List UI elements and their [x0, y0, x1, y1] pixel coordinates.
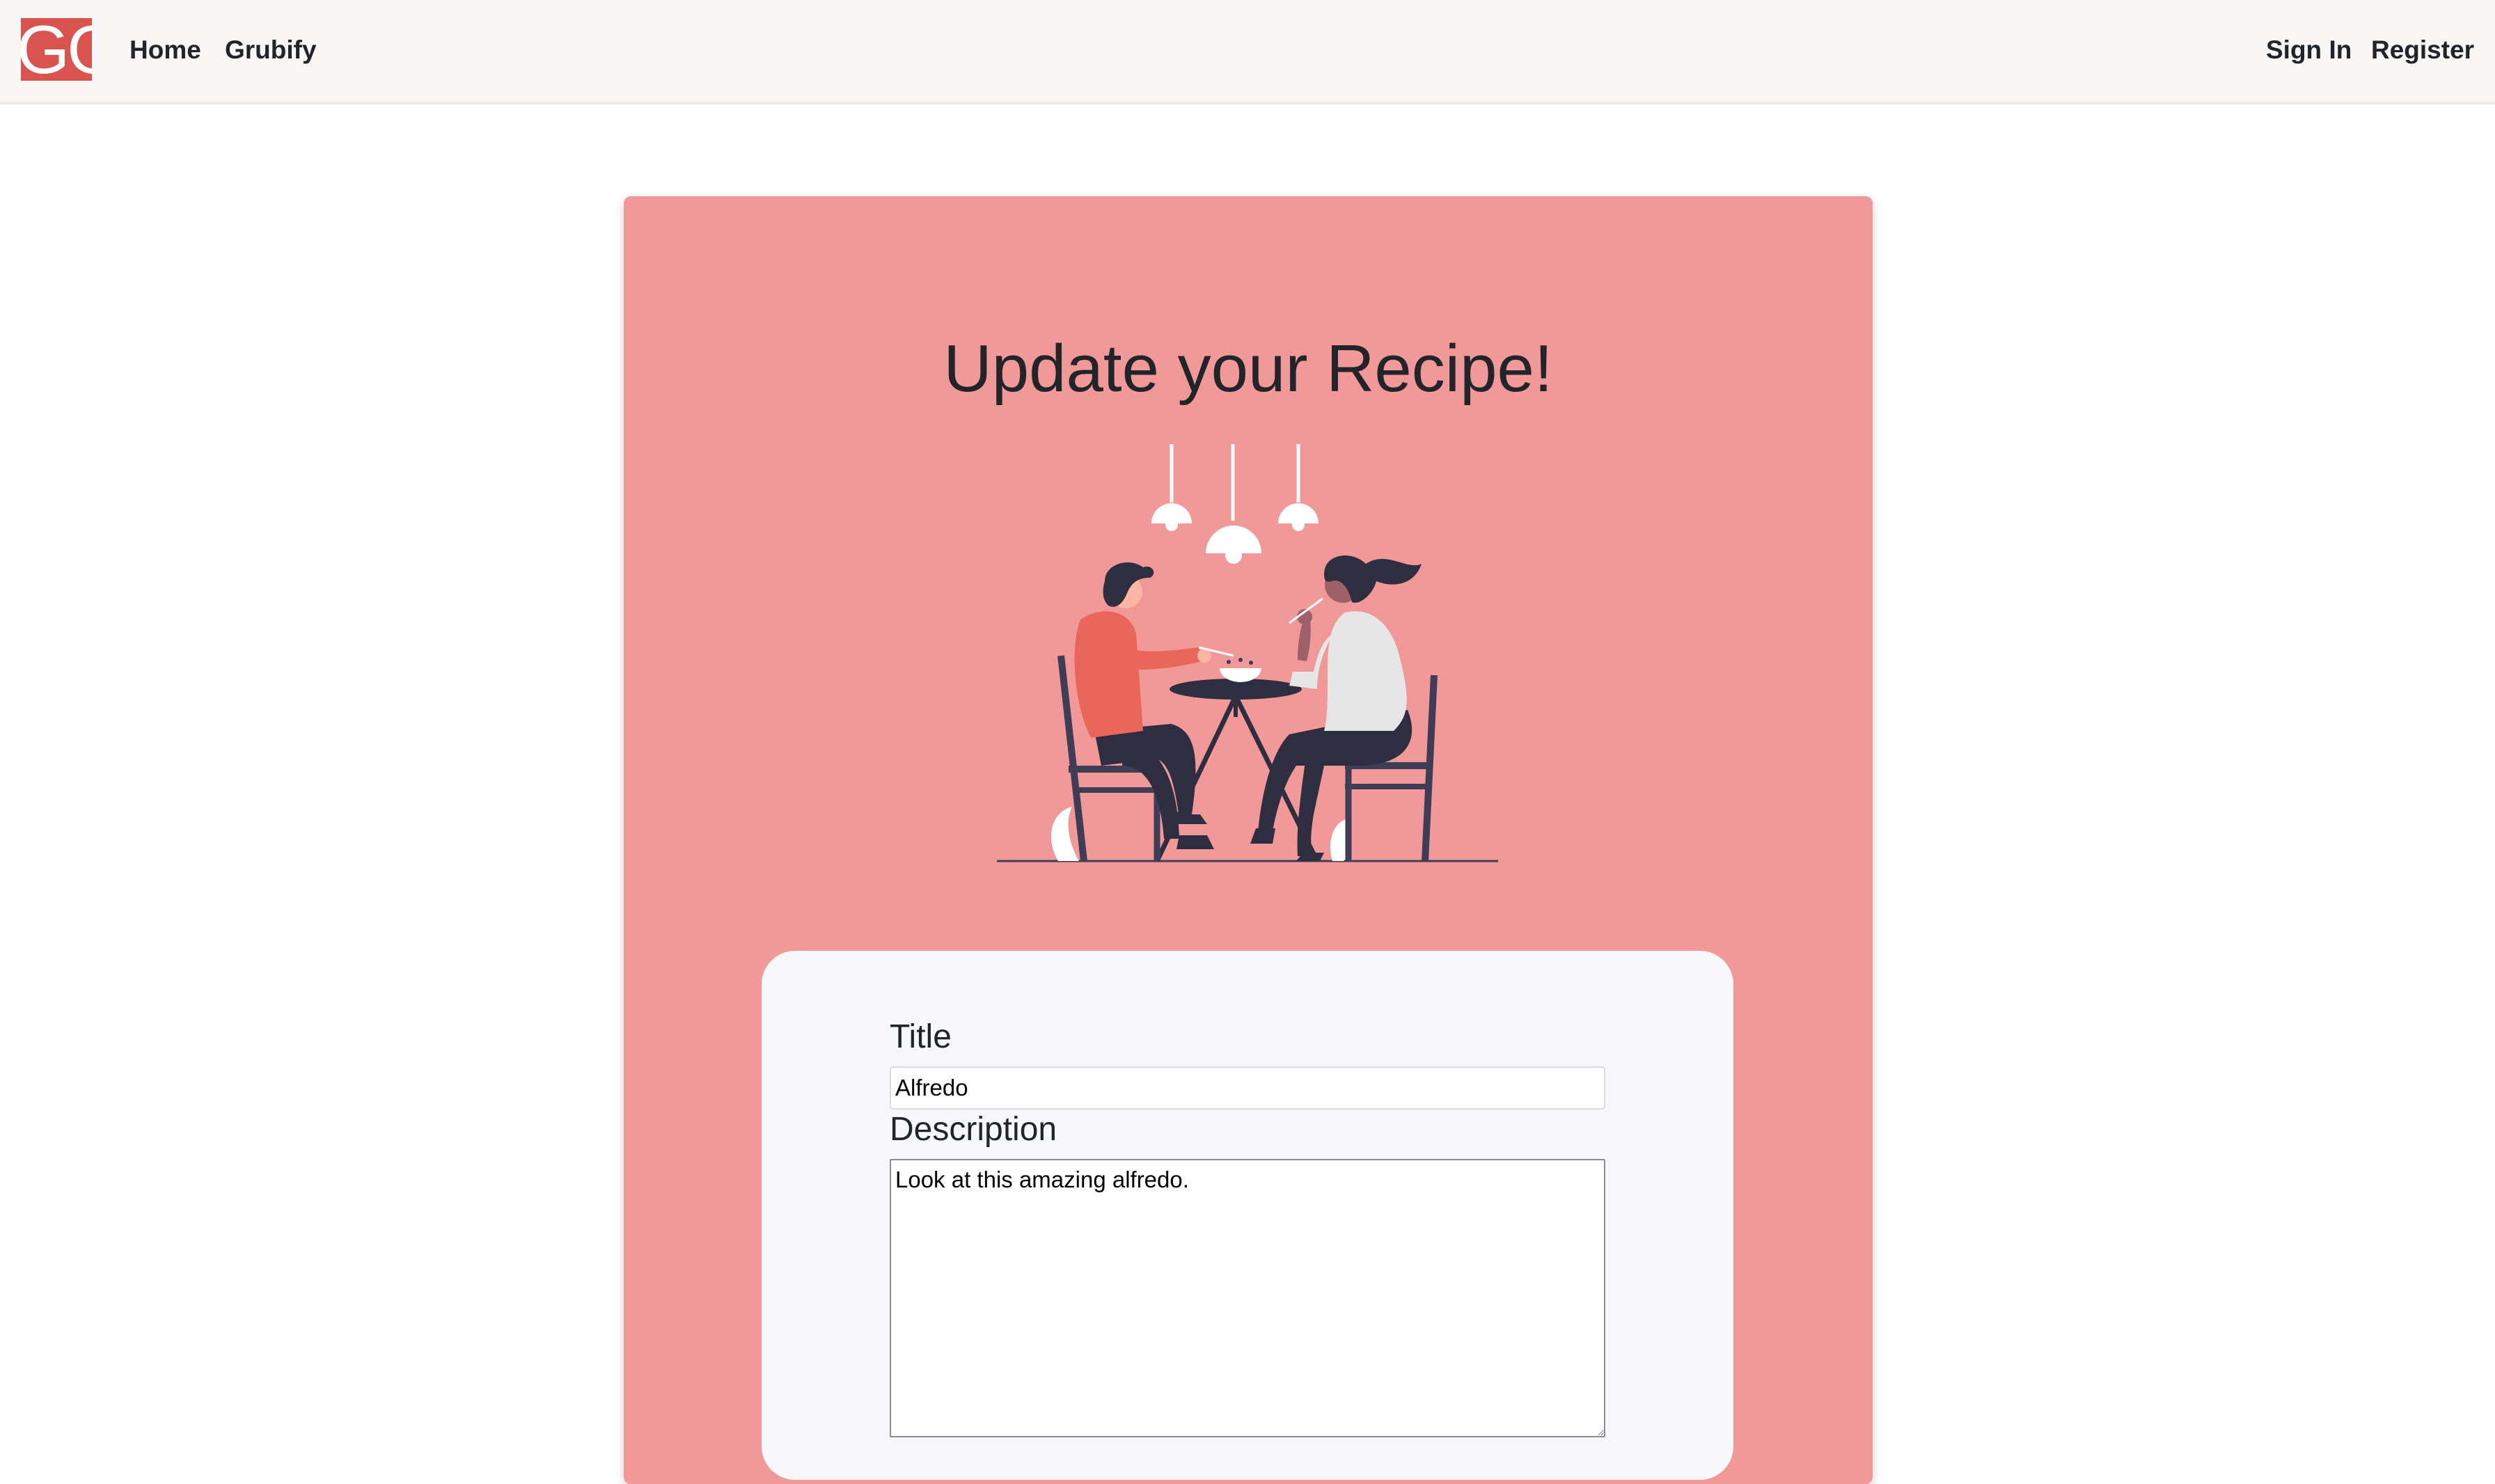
nav-link-sign-in[interactable]: Sign In [2266, 33, 2352, 67]
nav-link-grubify[interactable]: Grubify [225, 33, 317, 67]
nav-link-register[interactable]: Register [2371, 33, 2474, 67]
title-label: Title [890, 1018, 952, 1055]
pendant-lamps [1151, 444, 1319, 564]
description-textarea[interactable]: Look at this amazing alfredo. [890, 1159, 1605, 1437]
page-title: Update your Recipe! [943, 331, 1553, 406]
nav-link-home[interactable]: Home [129, 33, 201, 67]
navbar: GG Home Grubify Sign In Register [0, 0, 2495, 104]
title-input[interactable] [890, 1066, 1605, 1110]
people-dining-illustration [997, 444, 1498, 862]
woman-figure [1250, 555, 1422, 861]
brand-logo-text: GG [21, 18, 92, 81]
brand-logo[interactable]: GG [21, 18, 92, 81]
description-label: Description [890, 1111, 1057, 1148]
